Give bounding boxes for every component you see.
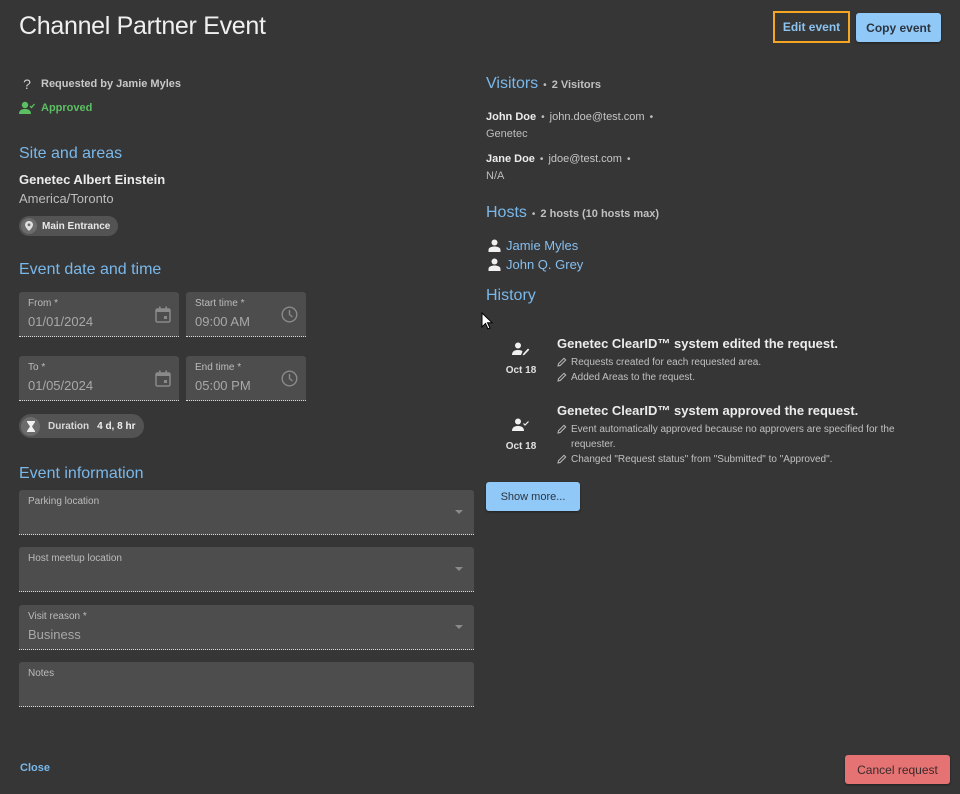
area-chip[interactable]: Main Entrance xyxy=(19,216,119,236)
hosts-heading: Hosts xyxy=(486,204,527,221)
history-title: Genetec ClearID™ system edited the reque… xyxy=(557,336,839,351)
visitors-heading-row: Visitors • 2 Visitors xyxy=(486,75,602,92)
hosts-heading-row: Hosts • 2 hosts (10 hosts max) xyxy=(486,204,660,221)
parking-location-select[interactable]: Parking location xyxy=(19,490,474,535)
dropdown-arrow-icon xyxy=(455,567,463,571)
end-time-value: 05:00 PM xyxy=(195,378,251,393)
host-name[interactable]: Jamie Myles xyxy=(506,238,578,253)
mouse-cursor-icon xyxy=(481,312,493,330)
end-time-field[interactable]: End time * 05:00 PM xyxy=(186,356,306,401)
duration-chip: Duration 4 d, 8 hr xyxy=(19,414,145,438)
host-item[interactable]: John Q. Grey xyxy=(488,257,583,272)
calendar-icon[interactable] xyxy=(155,370,171,387)
location-pin-icon xyxy=(21,218,37,234)
pencil-icon xyxy=(557,424,567,434)
hosts-count: 2 hosts (10 hosts max) xyxy=(540,208,660,220)
host-item[interactable]: Jamie Myles xyxy=(488,238,578,253)
clock-icon[interactable] xyxy=(281,306,298,323)
from-date-value: 01/01/2024 xyxy=(28,314,94,329)
history-entry: Oct 18 Genetec ClearID™ system approved … xyxy=(486,403,926,468)
show-more-button[interactable]: Show more... xyxy=(486,482,580,511)
dropdown-arrow-icon xyxy=(455,625,463,629)
user-check-icon xyxy=(512,418,529,431)
host-meetup-location-label: Host meetup location xyxy=(28,553,122,564)
visitors-heading: Visitors xyxy=(486,75,539,92)
history-line: Changed "Request status" from "Submitted… xyxy=(557,452,917,467)
site-timezone: America/Toronto xyxy=(19,191,114,206)
visitor-email: jdoe@test.com xyxy=(548,153,622,165)
person-icon xyxy=(488,239,501,252)
history-heading: History xyxy=(486,287,536,304)
notes-label: Notes xyxy=(28,668,55,679)
duration-value: 4 d, 8 hr xyxy=(97,420,136,432)
status-text: Approved xyxy=(41,102,93,114)
visit-reason-select[interactable]: Visit reason * Business xyxy=(19,605,474,650)
datetime-heading: Event date and time xyxy=(19,261,162,278)
question-icon: ? xyxy=(23,76,31,92)
site-name: Genetec Albert Einstein xyxy=(19,172,166,187)
pencil-icon xyxy=(557,357,567,367)
history-date: Oct 18 xyxy=(505,365,537,376)
visitor-name: John Doe xyxy=(486,111,537,123)
visitor-company: Genetec xyxy=(486,128,528,140)
to-date-field[interactable]: To * 01/05/2024 xyxy=(19,356,179,401)
close-link[interactable]: Close xyxy=(20,762,50,774)
start-time-label: Start time * xyxy=(195,298,245,309)
visitor-item: John Doe • john.doe@test.com • Genetec xyxy=(486,111,658,140)
visitor-company: N/A xyxy=(486,170,505,182)
requested-by-text: Requested by Jamie Myles xyxy=(41,78,182,90)
from-date-label: From * xyxy=(28,298,58,309)
user-check-icon xyxy=(19,101,35,114)
from-date-field[interactable]: From * 01/01/2024 xyxy=(19,292,179,337)
duration-label: Duration xyxy=(48,420,90,432)
visitor-name: Jane Doe xyxy=(486,153,535,165)
notes-field[interactable]: Notes xyxy=(19,662,474,707)
to-date-label: To * xyxy=(28,362,46,373)
pencil-icon xyxy=(557,372,567,382)
area-chip-label: Main Entrance xyxy=(42,220,111,232)
calendar-icon[interactable] xyxy=(155,306,171,323)
host-meetup-location-select[interactable]: Host meetup location xyxy=(19,547,474,592)
visitors-count: 2 Visitors xyxy=(551,79,602,91)
edit-event-button[interactable]: Edit event xyxy=(773,11,850,43)
to-date-value: 01/05/2024 xyxy=(28,378,94,393)
history-entry: Oct 18 Genetec ClearID™ system edited th… xyxy=(486,336,926,386)
host-name[interactable]: John Q. Grey xyxy=(506,257,583,272)
visit-reason-value: Business xyxy=(28,627,81,642)
pencil-icon xyxy=(557,454,567,464)
cancel-request-button[interactable]: Cancel request xyxy=(845,755,950,784)
clock-icon[interactable] xyxy=(281,370,298,387)
copy-event-button[interactable]: Copy event xyxy=(856,13,941,42)
history-line: Added Areas to the request. xyxy=(557,370,917,385)
start-time-field[interactable]: Start time * 09:00 AM xyxy=(186,292,306,337)
hourglass-icon xyxy=(21,416,40,436)
event-info-heading: Event information xyxy=(19,465,144,482)
dropdown-arrow-icon xyxy=(455,510,463,514)
status-row: Approved xyxy=(19,101,92,115)
site-heading: Site and areas xyxy=(19,145,123,162)
user-edit-icon xyxy=(512,342,530,356)
history-line: Event automatically approved because no … xyxy=(557,422,917,452)
history-line: Requests created for each requested area… xyxy=(557,355,917,370)
end-time-label: End time * xyxy=(195,362,242,373)
start-time-value: 09:00 AM xyxy=(195,314,250,329)
visitor-email: john.doe@test.com xyxy=(549,111,645,123)
page-title: Channel Partner Event xyxy=(19,12,266,40)
visit-reason-label: Visit reason * xyxy=(28,611,87,622)
visitor-item: Jane Doe • jdoe@test.com • N/A xyxy=(486,153,635,182)
history-date: Oct 18 xyxy=(505,441,537,452)
requested-by-row: ? Requested by Jamie Myles xyxy=(19,76,181,92)
parking-location-label: Parking location xyxy=(28,496,100,507)
person-icon xyxy=(488,258,501,271)
history-title: Genetec ClearID™ system approved the req… xyxy=(557,403,859,418)
